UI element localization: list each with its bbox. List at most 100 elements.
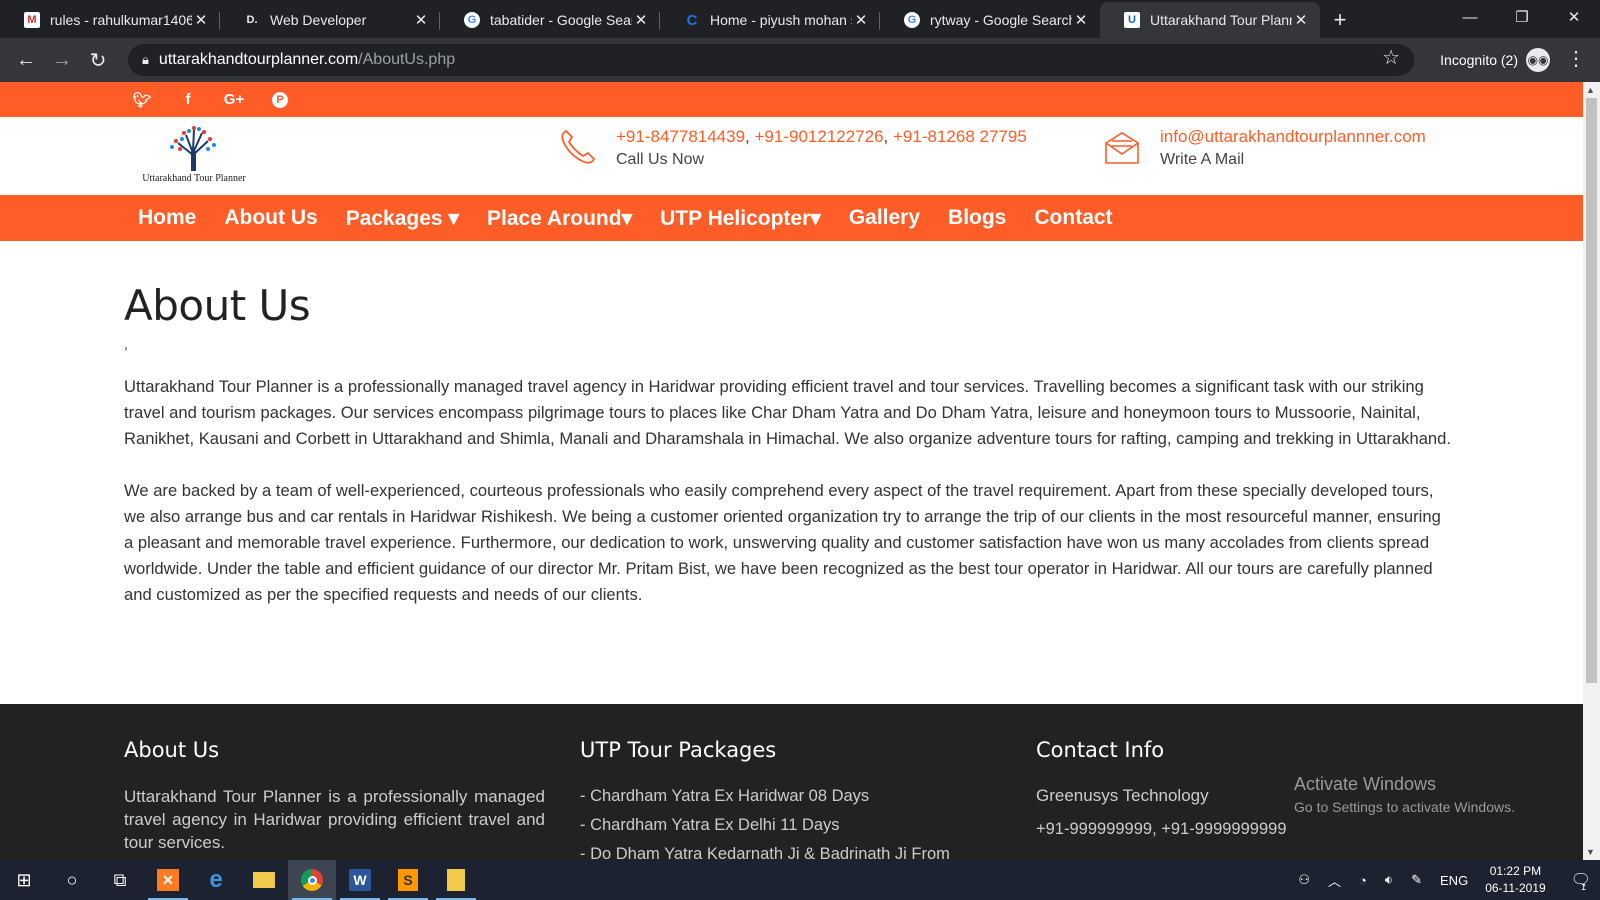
about-paragraph-2: We are backed by a team of well-experien… [124, 481, 1441, 604]
notification-icon[interactable]: 🗨︎ 1 [1571, 870, 1591, 892]
footer-contact-title: Contact Info [1036, 738, 1165, 762]
close-tab-icon[interactable]: ✕ [1072, 11, 1090, 29]
google-plus-icon[interactable]: G+ [222, 91, 246, 108]
activate-windows-watermark: Activate Windows Go to Settings to activ… [1294, 774, 1515, 815]
logo-text: Uttarakhand Tour Planner [142, 173, 246, 184]
footer-package-link[interactable]: Do Dham Yatra Kedarnath Ji & Badrinath J… [580, 845, 950, 860]
phone-separator: , [745, 127, 755, 146]
browser-tab[interactable]: C Home - piyush mohan s ✕ [660, 2, 880, 38]
minimize-icon[interactable]: — [1444, 0, 1496, 34]
activate-subtitle: Go to Settings to activate Windows. [1294, 799, 1515, 815]
gmail-icon: M [24, 12, 40, 28]
chrome-icon[interactable] [288, 860, 336, 900]
clock[interactable]: 01:22 PM 06-11-2019 [1485, 863, 1546, 897]
url-host: uttarakhandtourplanner.com [158, 51, 359, 68]
incognito-label: Incognito (2) [1440, 52, 1518, 68]
phone-icon [558, 127, 598, 167]
clock-date: 06-11-2019 [1485, 881, 1546, 895]
site-icon: U [1124, 12, 1140, 28]
close-tab-icon[interactable]: ✕ [632, 11, 650, 29]
facebook-icon[interactable]: f [176, 91, 200, 108]
address-bar[interactable]: 🔒︎ uttarakhandtourplanner.com/AboutUs.ph… [128, 44, 1414, 76]
browser-tab[interactable]: G tabatider - Google Sear ✕ [440, 2, 660, 38]
footer-package-link[interactable]: Chardham Yatra Ex Delhi 11 Days [580, 816, 950, 835]
footer-about: About Us Uttarakhand Tour Planner is a p… [124, 738, 545, 854]
site-header: Uttarakhand Tour Planner +91-8477814439,… [0, 117, 1583, 195]
pinterest-icon[interactable]: P [268, 91, 292, 108]
page-scrollbar[interactable]: ▲ ▼ [1583, 82, 1600, 860]
email-link[interactable]: info@uttarakhandtourplannner.com [1160, 127, 1426, 147]
browser-tab[interactable]: M rules - rahulkumar1406 ✕ [0, 2, 220, 38]
tray-chevron-icon[interactable]: ︿ [1328, 871, 1341, 890]
browser-tab[interactable]: G rytway - Google Search ✕ [880, 2, 1100, 38]
browser-tab-active[interactable]: U Uttarakhand Tour Plann ✕ [1100, 2, 1320, 38]
close-tab-icon[interactable]: ✕ [1292, 11, 1310, 29]
nav-place-around[interactable]: Place Around▾ [487, 206, 632, 231]
footer-packages-title: UTP Tour Packages [580, 738, 777, 762]
scroll-down-icon[interactable]: ▼ [1586, 847, 1595, 857]
email-subtext: Write A Mail [1160, 151, 1245, 168]
start-icon[interactable]: ⊞ [0, 860, 48, 900]
scrollbar-thumb[interactable] [1586, 98, 1597, 683]
nav-about-us[interactable]: About Us [224, 206, 317, 230]
browser-menu-icon[interactable]: ⋮ [1566, 46, 1586, 71]
tab-title: Uttarakhand Tour Plann [1150, 12, 1292, 28]
reload-icon[interactable]: ↻ [80, 42, 116, 78]
window-controls: — ❐ ✕ [1444, 0, 1600, 34]
pen-icon[interactable]: ✎ [1411, 872, 1422, 888]
back-icon[interactable]: ← [8, 42, 44, 78]
nav-gallery[interactable]: Gallery [849, 206, 920, 230]
footer-package-link[interactable]: Chardham Yatra Ex Haridwar 08 Days [580, 787, 950, 806]
dev-icon: D. [246, 14, 258, 26]
mail-icon [1102, 127, 1142, 167]
social-bar: 🐦︎ f G+ P [0, 82, 1583, 117]
tab-title: Web Developer [270, 12, 367, 28]
people-icon[interactable]: ⚇ [1298, 872, 1310, 888]
tab-title: Home - piyush mohan s [710, 12, 852, 28]
volume-icon[interactable]: 🔉︎ [1385, 872, 1393, 888]
phone-contact: +91-8477814439, +91-9012122726, +91-8126… [558, 127, 1027, 169]
close-tab-icon[interactable]: ✕ [852, 11, 870, 29]
google-icon: G [904, 12, 920, 28]
footer-contact: Contact Info Greenusys Technology +91-99… [1036, 738, 1287, 839]
email-contact: info@uttarakhandtourplannner.com Write A… [1102, 127, 1426, 169]
file-explorer-icon[interactable] [240, 860, 288, 900]
notes-icon[interactable] [432, 860, 480, 900]
close-tab-icon[interactable]: ✕ [192, 11, 210, 29]
phone-link[interactable]: +91-8477814439 [616, 127, 745, 146]
search-icon[interactable]: ○ [48, 860, 96, 900]
site-logo[interactable]: Uttarakhand Tour Planner [134, 125, 254, 189]
phone-link[interactable]: +91-9012122726 [755, 127, 884, 146]
footer-about-title: About Us [124, 738, 220, 762]
incognito-indicator[interactable]: Incognito (2) ◉◉ [1440, 48, 1550, 72]
phone-link[interactable]: +91-81268 27795 [893, 127, 1027, 146]
browser-tab[interactable]: D. Web Developer ✕ [220, 2, 440, 38]
twitter-icon[interactable]: 🐦︎ [130, 91, 154, 109]
sublime-icon[interactable]: S [384, 860, 432, 900]
site-footer: About Us Uttarakhand Tour Planner is a p… [0, 704, 1583, 860]
incognito-icon: ◉◉ [1526, 48, 1550, 72]
url-path: /AboutUs.php [358, 51, 456, 68]
close-tab-icon[interactable]: ✕ [412, 11, 430, 29]
xampp-icon[interactable]: ✕ [144, 860, 192, 900]
nav-packages[interactable]: Packages ▾ [346, 206, 459, 231]
language-indicator[interactable]: ENG [1440, 873, 1468, 888]
nav-utp-helicopter[interactable]: UTP Helicopter▾ [660, 206, 821, 231]
nav-contact[interactable]: Contact [1034, 206, 1112, 230]
bookmark-star-icon[interactable]: ☆ [1382, 45, 1400, 70]
task-view-icon[interactable]: ⧉ [96, 860, 144, 900]
forward-icon[interactable]: → [44, 42, 80, 78]
edge-icon[interactable]: e [192, 860, 240, 900]
scroll-up-icon[interactable]: ▲ [1586, 85, 1595, 95]
nav-home[interactable]: Home [138, 206, 196, 230]
tree-logo-icon [170, 126, 216, 171]
word-icon[interactable]: W [336, 860, 384, 900]
footer-packages: UTP Tour Packages Chardham Yatra Ex Hari… [580, 738, 950, 860]
network-icon[interactable]: ◔ [1359, 873, 1367, 888]
about-paragraph-1: Uttarakhand Tour Planner is a profession… [124, 377, 1451, 448]
main-nav: Home About Us Packages ▾ Place Around▾ U… [0, 195, 1583, 241]
restore-icon[interactable]: ❐ [1496, 0, 1548, 34]
nav-blogs[interactable]: Blogs [948, 206, 1006, 230]
close-window-icon[interactable]: ✕ [1548, 0, 1600, 34]
new-tab-button[interactable]: + [1320, 2, 1360, 38]
